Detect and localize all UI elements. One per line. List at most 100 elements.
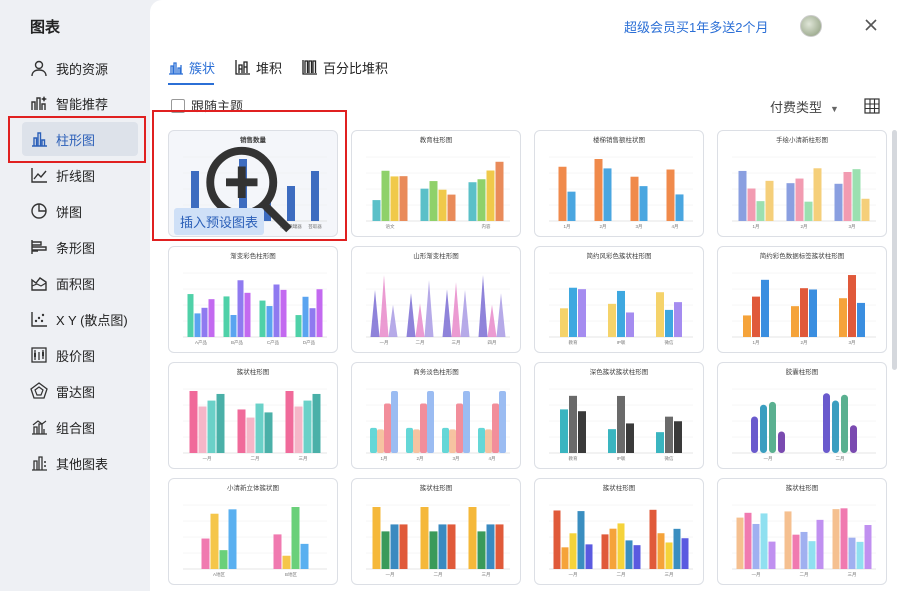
tab-stacked[interactable]: 堆积 xyxy=(235,56,282,78)
template-title: 教育柱形图 xyxy=(420,135,453,144)
highlight-box-template xyxy=(152,110,347,241)
chart-template-card[interactable]: 簇状柱形图 一月 二月 三月 xyxy=(168,362,338,469)
chart-bar xyxy=(752,296,760,337)
template-thumbnail: 商务淡色柱形图 1月 2月 3月 4月 xyxy=(366,367,510,462)
chart-template-card[interactable]: 簇状柱形图 一月 二月 三月 xyxy=(534,478,704,585)
sidebar-item-horizontal-bar[interactable]: 条形图 xyxy=(22,230,138,264)
chart-bar xyxy=(761,279,769,337)
x-tick-label: 一月 xyxy=(203,456,212,462)
template-thumbnail: 简约风彩色簇状柱形图教育 IP联 微信 xyxy=(549,251,693,346)
chart-template-card[interactable]: 简约彩色数据标签簇状柱形图 1月 2月 3月 xyxy=(717,246,887,353)
chart-bar xyxy=(840,508,848,569)
sidebar-item-label: 股价图 xyxy=(56,348,96,364)
chart-bar xyxy=(495,524,504,569)
chart-bar xyxy=(223,296,230,337)
template-thumbnail: 渐变彩色柱形图 A产品 B产品 C产品 D产品 xyxy=(183,251,327,346)
template-title: 胶囊柱形图 xyxy=(786,367,819,376)
template-thumbnail: 深色簇状簇状柱形图教育 IP联 微信 xyxy=(549,367,693,462)
x-tick-label: 3月 xyxy=(848,224,855,230)
x-tick-label: 二月 xyxy=(251,456,260,462)
x-tick-label: 2月 xyxy=(416,456,423,462)
sidebar-item-other-chart[interactable]: 其他图表 xyxy=(22,446,138,480)
chart-bar xyxy=(656,292,664,337)
chart-bar xyxy=(309,308,316,337)
chart-bar xyxy=(736,517,744,569)
sidebar-item-radar-chart[interactable]: 雷达图 xyxy=(22,374,138,408)
template-title: 商务淡色柱形图 xyxy=(413,367,459,376)
chart-bar xyxy=(768,541,776,569)
chart-template-card[interactable]: 胶囊柱形图一月 二月 xyxy=(717,362,887,469)
chart-bar xyxy=(451,282,461,337)
close-icon[interactable] xyxy=(861,15,881,35)
chart-bar xyxy=(852,169,861,221)
sidebar-item-scatter[interactable]: X Y (散点图) xyxy=(22,302,138,336)
chart-template-card[interactable]: 簇状柱形图 一月 二月 三月 xyxy=(717,478,887,585)
sidebar-item-pie-chart[interactable]: 饼图 xyxy=(22,194,138,228)
chart-bar xyxy=(486,170,495,221)
template-thumbnail: 楼梯销售额柱状图 1月 2月 3月 4月 xyxy=(549,135,693,230)
chart-template-card[interactable]: 深色簇状簇状柱形图 教育 IP联 微信 xyxy=(534,362,704,469)
sidebar-item-combo-chart[interactable]: 组合图 xyxy=(22,410,138,444)
scrollbar[interactable] xyxy=(892,130,897,370)
tab-percent-stacked[interactable]: 百分比堆积 xyxy=(302,56,388,78)
chart-bar xyxy=(370,289,380,337)
chart-bar xyxy=(861,198,870,221)
chart-template-card[interactable]: 手绘小清新柱形图 1月 2月 3月 xyxy=(717,130,887,237)
pay-type-dropdown[interactable]: 付费类型 ▼ xyxy=(770,97,839,116)
pie-chart-icon xyxy=(31,203,47,219)
chart-bar xyxy=(237,409,246,453)
chart-bar xyxy=(832,400,839,453)
chart-bar xyxy=(603,168,612,221)
active-tab-indicator xyxy=(168,83,214,85)
chart-bar xyxy=(674,302,682,337)
template-thumbnail: 小清新立体簇状图 A地区 B地区 xyxy=(183,483,327,577)
x-tick-label: 二月 xyxy=(434,572,443,578)
chart-bar xyxy=(569,533,577,569)
sidebar-item-area-chart[interactable]: 面积图 xyxy=(22,266,138,300)
chart-template-card[interactable]: 楼梯销售额柱状图 1月 2月 3月 4月 xyxy=(534,130,704,237)
template-title: 渐变彩色柱形图 xyxy=(230,251,276,260)
radar-chart-icon xyxy=(30,382,48,399)
x-tick-label: 二月 xyxy=(836,456,845,462)
x-tick-label: 三月 xyxy=(482,572,491,578)
chart-bar xyxy=(372,200,381,221)
chart-template-card[interactable]: 渐变彩色柱形图 A产品 B产品 C产品 D产品 xyxy=(168,246,338,353)
sidebar-item-label: 其他图表 xyxy=(56,456,109,472)
vip-promo-link[interactable]: 超级会员买1年多送2个月 xyxy=(624,17,768,36)
chart-bar xyxy=(230,314,237,337)
chart-bar xyxy=(839,298,847,337)
chart-bar xyxy=(282,555,291,569)
chart-bar xyxy=(666,169,675,221)
chart-bar xyxy=(608,429,616,453)
x-tick-label: B产品 xyxy=(231,339,244,346)
x-tick-label: C产品 xyxy=(267,339,280,346)
sidebar-item-smart-recommend[interactable]: 智能推荐 xyxy=(22,86,138,120)
chart-template-card[interactable]: 小清新立体簇状图 A地区 B地区 xyxy=(168,478,338,585)
chart-bar xyxy=(617,395,625,453)
chart-bar xyxy=(294,406,303,453)
chart-template-card[interactable]: 商务淡色柱形图 1月 2月 3月 4月 xyxy=(351,362,521,469)
x-tick-label: 一月 xyxy=(752,572,761,578)
chart-template-card[interactable]: 山形渐变柱形图 一月 二月 三月 四月 xyxy=(351,246,521,353)
x-tick-label: 微信 xyxy=(665,455,674,462)
tab-clustered[interactable]: 簇状 xyxy=(168,56,215,78)
chart-bar xyxy=(665,542,673,569)
chart-template-card[interactable]: 教育柱形图 语文 内容 xyxy=(351,130,521,237)
sidebar-item-label: X Y (散点图) xyxy=(56,312,128,328)
chart-bar xyxy=(468,507,477,569)
sidebar-item-my-resources[interactable]: 我的资源 xyxy=(22,51,138,85)
chart-bar xyxy=(657,533,665,569)
x-tick-label: 一月 xyxy=(764,456,773,462)
sidebar-item-line-chart[interactable]: 折线图 xyxy=(22,158,138,192)
template-title: 简约彩色数据标签簇状柱形图 xyxy=(760,251,845,260)
chart-bar xyxy=(468,182,477,221)
chart-template-card[interactable]: 簇状柱形图 一月 二月 三月 xyxy=(351,478,521,585)
sidebar-item-stock-chart[interactable]: 股价图 xyxy=(22,338,138,372)
avatar[interactable] xyxy=(800,15,822,37)
chart-bar xyxy=(625,540,633,569)
stock-chart-icon xyxy=(31,347,47,363)
chart-template-card[interactable]: 简约风彩色簇状柱形图 教育 IP联 微信 xyxy=(534,246,704,353)
tab-label: 堆积 xyxy=(256,60,283,76)
grid-view-icon[interactable] xyxy=(864,98,880,114)
chart-bar xyxy=(585,544,593,569)
